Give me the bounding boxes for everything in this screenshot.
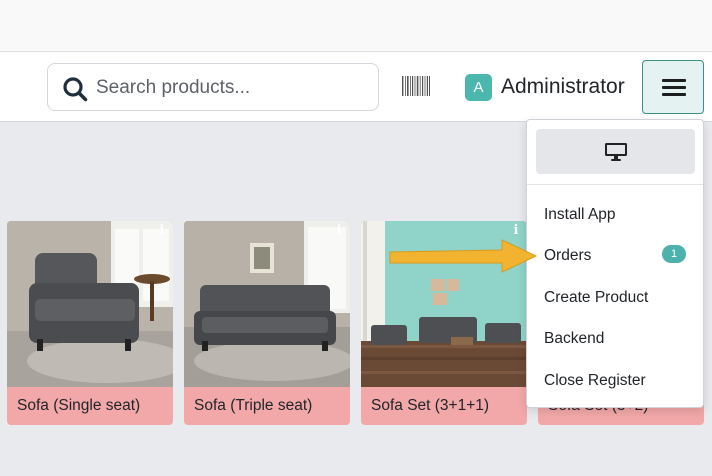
hamburger-menu-icon — [662, 79, 686, 82]
product-name: Sofa Set (3+1+1) — [371, 397, 490, 414]
info-icon[interactable]: i — [511, 223, 521, 239]
product-name: Sofa (Triple seat) — [194, 397, 313, 414]
menu-item-create-product[interactable]: Create Product — [544, 289, 648, 307]
search-box[interactable] — [47, 63, 379, 111]
menu-item-orders[interactable]: Orders — [544, 247, 591, 265]
product-image — [184, 221, 350, 387]
search-input[interactable] — [96, 72, 366, 104]
menu-item-backend[interactable]: Backend — [544, 330, 604, 348]
search-icon — [63, 77, 88, 102]
user-avatar[interactable]: A — [465, 74, 492, 101]
main-menu-dropdown: Install App Orders 1 Create Product Back… — [526, 119, 704, 408]
product-image — [7, 221, 173, 387]
product-card[interactable]: i Sofa (Single seat) — [7, 221, 173, 425]
product-image — [361, 221, 527, 387]
menu-divider — [527, 184, 703, 185]
info-icon[interactable]: i — [334, 223, 344, 239]
monitor-icon — [605, 143, 627, 161]
user-name[interactable]: Administrator — [501, 75, 625, 99]
product-card[interactable]: i Sofa (Triple seat) — [184, 221, 350, 425]
top-bar — [0, 0, 712, 52]
info-icon[interactable]: i — [157, 223, 167, 239]
barcode-icon[interactable] — [402, 76, 430, 96]
menu-toggle-button[interactable] — [642, 60, 704, 114]
orders-count-badge: 1 — [662, 245, 686, 263]
screen-mode-button[interactable] — [536, 129, 695, 174]
menu-item-install-app[interactable]: Install App — [544, 206, 616, 224]
menu-item-close-register[interactable]: Close Register — [544, 372, 646, 390]
product-name: Sofa (Single seat) — [17, 397, 141, 414]
product-card[interactable]: i Sofa Set (3+1+1) — [361, 221, 527, 425]
